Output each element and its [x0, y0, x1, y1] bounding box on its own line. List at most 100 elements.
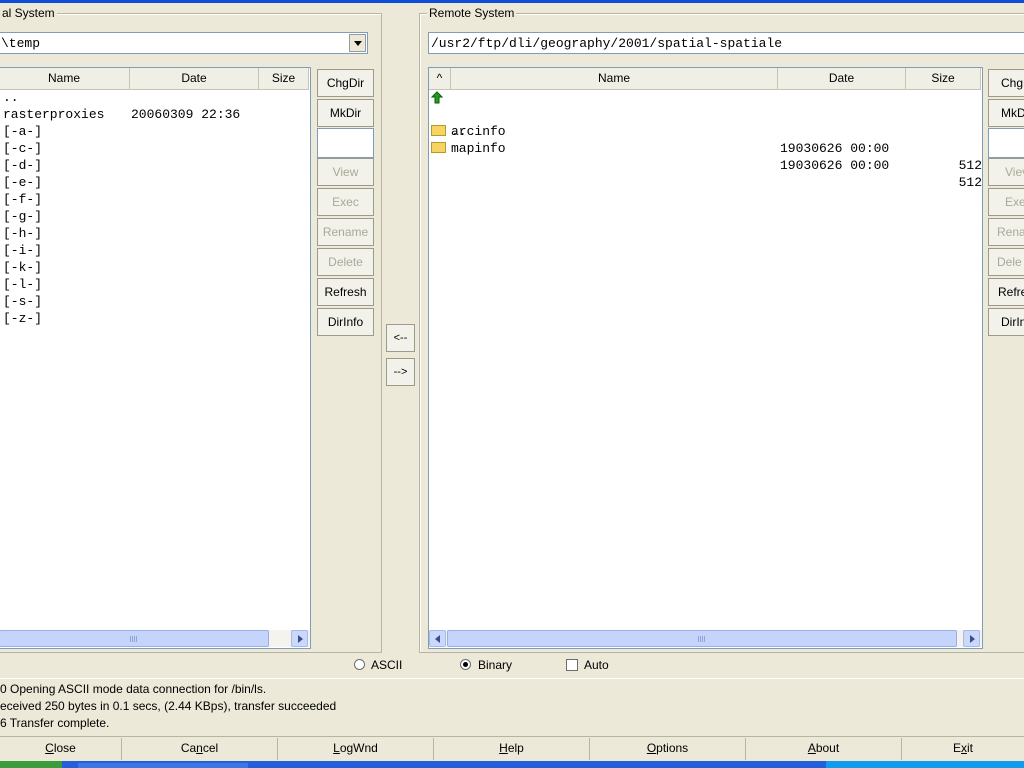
local-row-name: [-z-]	[3, 311, 43, 326]
local-delete-button[interactable]: Delete	[317, 248, 374, 276]
local-header-date[interactable]: Date	[130, 68, 259, 90]
ascii-label: ASCII	[371, 658, 403, 672]
remote-header-name[interactable]: Name	[451, 68, 778, 90]
local-row[interactable]: [-g-]	[3, 208, 42, 225]
local-row[interactable]: [-d-]	[3, 157, 42, 174]
local-row[interactable]: [-i-]	[3, 242, 42, 259]
start-button[interactable]	[0, 761, 62, 768]
binary-label: Binary	[478, 658, 513, 672]
remote-header-date[interactable]: Date	[778, 68, 906, 90]
chevron-down-icon[interactable]	[349, 34, 366, 52]
help-button[interactable]: Help	[434, 738, 590, 760]
remote-scroll-thumb[interactable]	[447, 630, 957, 647]
auto-checkbox[interactable]	[566, 659, 578, 671]
remote-row-size: 512	[958, 158, 982, 173]
remote-delete-button[interactable]: Dele	[988, 248, 1024, 276]
local-row-name: [-s-]	[3, 294, 43, 309]
binary-radio[interactable]	[460, 659, 471, 670]
cancel-button[interactable]: Cancel	[122, 738, 278, 760]
local-view-button[interactable]: View	[317, 158, 374, 186]
log-line: eceived 250 bytes in 0.1 secs, (2.44 KBp…	[0, 699, 337, 713]
local-system-label: al System	[0, 6, 57, 20]
local-path-combo[interactable]: \temp	[0, 32, 368, 54]
local-row[interactable]: [-c-]	[3, 140, 42, 157]
scroll-right-icon[interactable]	[963, 630, 980, 647]
scroll-left-icon[interactable]	[429, 630, 446, 647]
local-row-name: ..	[3, 90, 19, 105]
remote-header-sort[interactable]: ^	[429, 68, 451, 90]
remote-refresh-button[interactable]: Refre	[988, 278, 1024, 306]
exit-button[interactable]: Exit	[902, 738, 1024, 760]
local-row[interactable]: [-e-]	[3, 174, 42, 191]
remote-mkdir-button[interactable]: MkD	[988, 99, 1024, 127]
log-line: 6 Transfer complete.	[0, 716, 110, 730]
local-row[interactable]: rasterproxies 20060309 22:36	[3, 106, 240, 123]
remote-header-size[interactable]: Size	[906, 68, 981, 90]
remote-view-button[interactable]: Viev	[988, 158, 1024, 186]
local-header-size[interactable]: Size	[259, 68, 309, 90]
local-row[interactable]: [-k-]	[3, 259, 42, 276]
remote-dir-name-input[interactable]	[988, 128, 1024, 158]
local-row-date: 20060309 22:36	[131, 107, 241, 122]
local-row-name: [-k-]	[3, 260, 43, 275]
remote-row[interactable]: ..	[429, 89, 982, 139]
scroll-right-icon[interactable]	[291, 630, 308, 647]
transfer-to-local-button[interactable]: <--	[386, 324, 415, 352]
transfer-to-remote-button[interactable]: -->	[386, 358, 415, 386]
local-dirinfo-button[interactable]: DirInfo	[317, 308, 374, 336]
local-row[interactable]: [-f-]	[3, 191, 42, 208]
taskbar	[0, 761, 1024, 768]
remote-system-label: Remote System	[427, 6, 517, 20]
local-row[interactable]: [-l-]	[3, 276, 42, 293]
local-scroll-thumb[interactable]	[0, 630, 269, 647]
local-rename-button[interactable]: Rename	[317, 218, 374, 246]
remote-row[interactable]: mapinfo 19030626 00:00 512	[429, 123, 982, 190]
remote-row[interactable]: arcinfo 19030626 00:00 512	[429, 106, 982, 173]
local-row-name: [-f-]	[3, 192, 43, 207]
remote-row-size: 512	[958, 175, 982, 190]
local-mkdir-button[interactable]: MkDir	[317, 99, 374, 127]
remote-row-date: 19030626 00:00	[780, 158, 890, 173]
local-exec-button[interactable]: Exec	[317, 188, 374, 216]
local-row[interactable]: [-a-]	[3, 123, 42, 140]
up-arrow-icon	[431, 91, 443, 104]
local-row[interactable]: ..	[3, 89, 19, 106]
close-button[interactable]: Close	[0, 738, 122, 760]
ascii-radio[interactable]	[354, 659, 365, 670]
remote-exec-button[interactable]: Exe	[988, 188, 1024, 216]
taskbar-window-button[interactable]	[78, 763, 248, 768]
remote-horizontal-scrollbar[interactable]	[429, 630, 982, 647]
local-row-name: [-g-]	[3, 209, 43, 224]
remote-path-combo[interactable]: /usr2/ftp/dli/geography/2001/spatial-spa…	[428, 32, 1024, 54]
remote-dirinfo-button[interactable]: DirIn	[988, 308, 1024, 336]
logwnd-button[interactable]: LogWnd	[278, 738, 434, 760]
local-row-name: [-d-]	[3, 158, 43, 173]
local-header-name[interactable]: Name	[0, 68, 130, 90]
remote-rename-button[interactable]: Rena	[988, 218, 1024, 246]
local-row-name: rasterproxies	[3, 107, 105, 122]
remote-row-name: mapinfo	[451, 141, 506, 156]
auto-label: Auto	[584, 658, 609, 672]
local-row[interactable]: [-h-]	[3, 225, 42, 242]
local-row-name: [-a-]	[3, 124, 43, 139]
local-row-name: [-h-]	[3, 226, 43, 241]
local-dir-name-input[interactable]	[317, 128, 374, 158]
bottom-bar-divider	[0, 736, 1024, 737]
local-path-text: \temp	[1, 36, 41, 51]
log-area[interactable]: 0 Opening ASCII mode data connection for…	[0, 678, 1024, 735]
system-tray	[826, 761, 1024, 768]
local-chgdir-button[interactable]: ChgDir	[317, 69, 374, 97]
local-horizontal-scrollbar[interactable]	[0, 630, 310, 647]
local-row[interactable]: [-z-]	[3, 310, 42, 327]
local-row-name: [-l-]	[3, 277, 43, 292]
local-refresh-button[interactable]: Refresh	[317, 278, 374, 306]
remote-file-list[interactable]: ^ Name Date Size .. arcinfo 19030626 00:…	[428, 67, 983, 649]
local-file-list[interactable]: Name Date Size .. rasterproxies 20060309 …	[0, 67, 311, 649]
about-button[interactable]: About	[746, 738, 902, 760]
options-button[interactable]: Options	[590, 738, 746, 760]
remote-chgdir-button[interactable]: ChgD	[988, 69, 1024, 97]
local-row[interactable]: [-s-]	[3, 293, 42, 310]
local-row-name: [-i-]	[3, 243, 43, 258]
local-row-name: [-e-]	[3, 175, 43, 190]
local-row-name: [-c-]	[3, 141, 43, 156]
